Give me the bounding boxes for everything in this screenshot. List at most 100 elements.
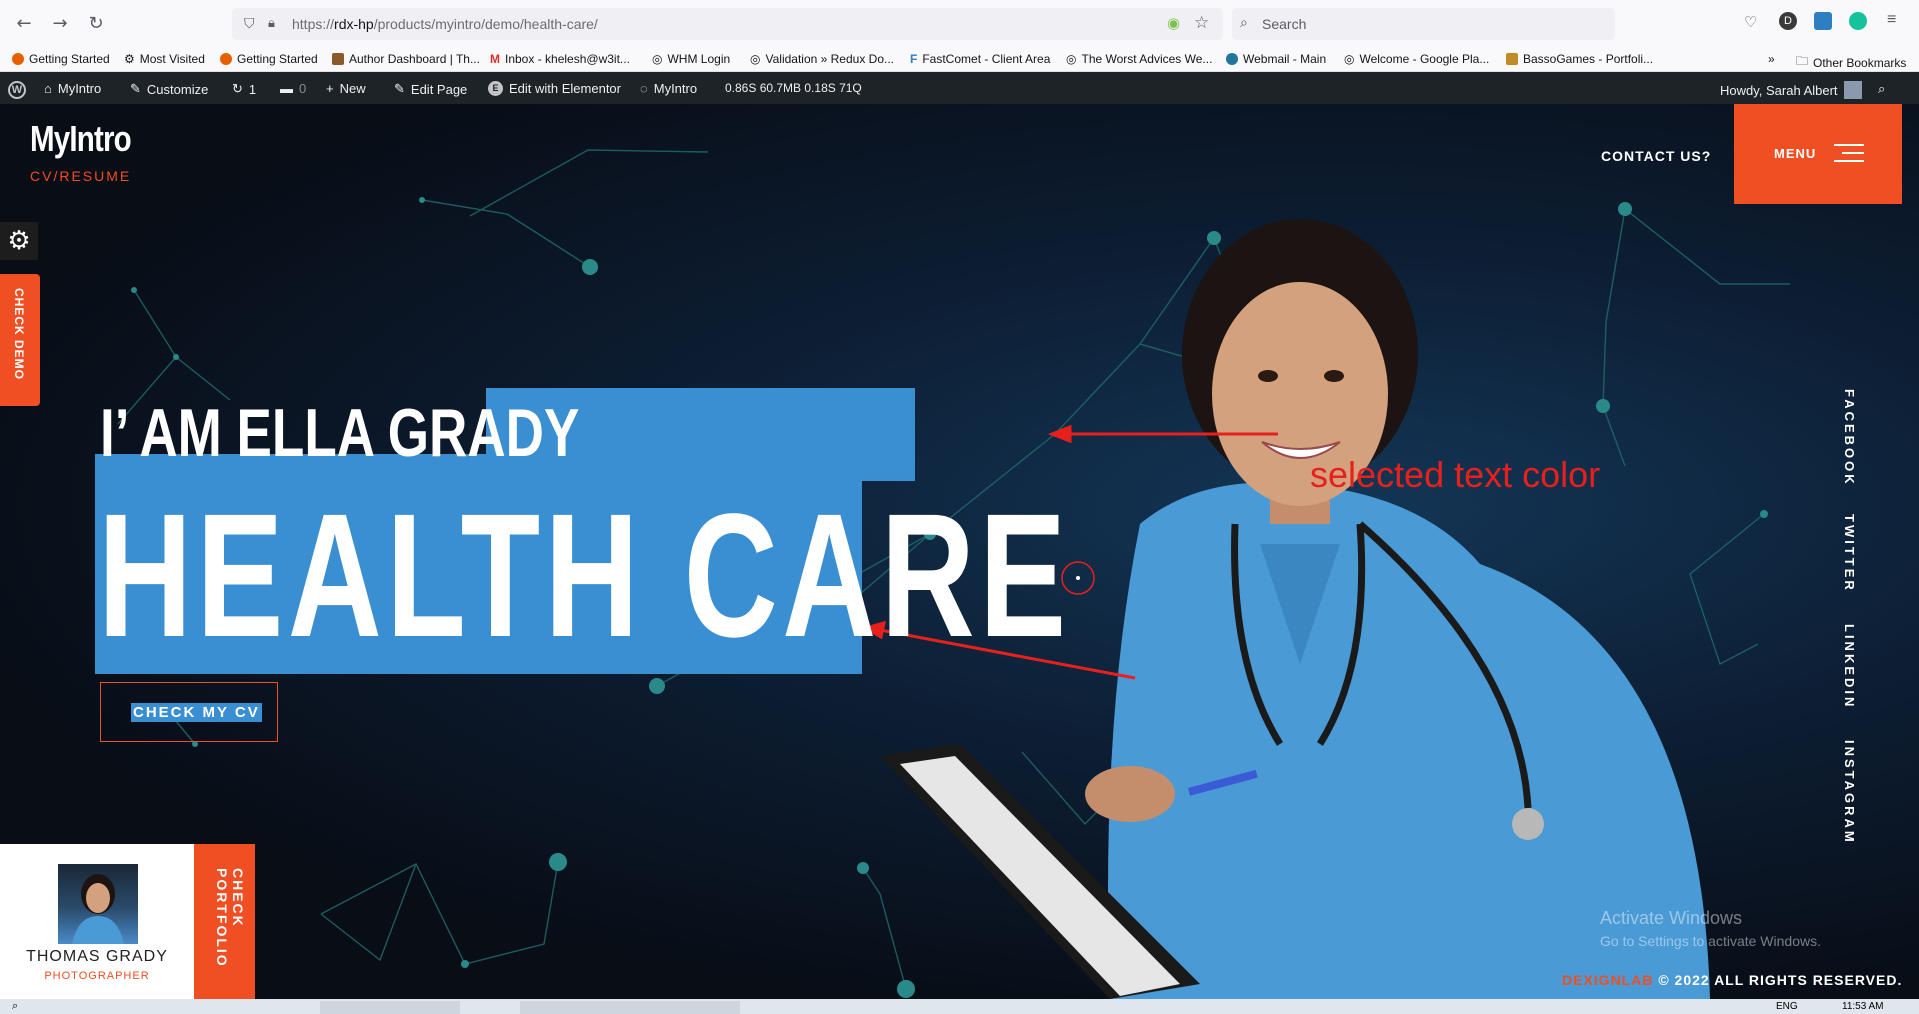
bookmark-label: The Worst Advices We... — [1081, 52, 1213, 66]
globe-icon: ◎ — [1066, 52, 1077, 66]
check-demo-label: CHECK DEMO — [12, 288, 26, 381]
firefox-icon — [12, 53, 24, 65]
search-box[interactable]: ⌕ Search — [1232, 8, 1615, 40]
bookmark-label: Webmail - Main — [1243, 52, 1327, 66]
bookmark-label: Author Dashboard | Th... — [349, 52, 480, 66]
taskbar-app-icon[interactable] — [520, 1001, 740, 1014]
profile-card[interactable]: THOMAS GRADY PHOTOGRAPHER CHECK PORTFOLI… — [0, 844, 255, 999]
bookmark-label: Other Bookmarks — [1813, 55, 1907, 70]
extension-square-icon[interactable] — [1814, 12, 1832, 30]
social-twitter-link[interactable]: TWITTER — [1842, 514, 1857, 593]
social-facebook-link[interactable]: FACEBOOK — [1842, 389, 1857, 487]
hamburger-menu-icon[interactable]: ≡ — [1887, 11, 1896, 29]
search-icon[interactable]: ⌕ — [12, 1000, 18, 1013]
brush-icon: ✎ — [130, 81, 141, 96]
right-eye — [1324, 370, 1344, 382]
wp-theme-link[interactable]: ◌ MyIntro — [640, 81, 697, 96]
menu-button[interactable]: MENU — [1734, 104, 1902, 204]
loader-icon: ◌ — [640, 81, 648, 96]
footer-brand-link[interactable]: DEXIGNLAB — [1562, 972, 1653, 988]
shield-icon[interactable]: ⛉ — [244, 15, 255, 32]
bookmark-label: WHM Login — [667, 52, 731, 66]
gmail-icon: M — [490, 52, 500, 66]
wp-customize-link[interactable]: ✎ Customize — [130, 81, 208, 97]
network-node — [897, 980, 915, 998]
wp-search-icon[interactable]: ⌕ — [1878, 81, 1885, 97]
pencil-icon: ✎ — [394, 81, 405, 96]
extension-icon[interactable]: ◉ — [1167, 14, 1180, 32]
network-line — [320, 861, 559, 965]
bookmark-item[interactable]: ◎ Welcome - Google Pla... — [1344, 52, 1489, 66]
pocket-icon[interactable]: ♡ — [1744, 13, 1757, 31]
back-icon[interactable]: ← — [12, 12, 36, 36]
wp-new-link[interactable]: + New — [326, 81, 366, 96]
wp-updates-link[interactable]: ↻ 1 — [232, 81, 256, 97]
wp-comments-count: 0 — [299, 81, 307, 96]
network-line — [1624, 208, 1790, 285]
social-linkedin-link[interactable]: LINKEDIN — [1842, 624, 1857, 709]
check-cv-button[interactable]: CHECK MY CV — [100, 682, 278, 742]
wp-updates-count: 1 — [248, 81, 257, 97]
bookmark-item[interactable]: Getting Started — [220, 52, 318, 66]
check-portfolio-tab[interactable]: CHECK PORTFOLIO — [194, 844, 255, 999]
bookmark-label: Getting Started — [29, 52, 110, 66]
bookmark-item[interactable]: Webmail - Main — [1226, 52, 1326, 66]
star-icon[interactable]: ☆ — [1194, 13, 1209, 33]
hand-shape — [1085, 766, 1175, 822]
taskbar-app-icon[interactable] — [320, 1001, 460, 1014]
lock-icon[interactable]: 🔒︎ — [268, 15, 275, 31]
stethoscope-chest-piece — [1512, 808, 1544, 840]
bookmarks-bar: Getting Started ⚙ Most Visited Getting St… — [0, 48, 1919, 72]
bookmark-item[interactable]: M Inbox - khelesh@w3it... — [490, 52, 630, 66]
wp-site-link[interactable]: ⌂ MyIntro — [44, 81, 101, 96]
wp-elementor-link[interactable]: E Edit with Elementor — [488, 81, 621, 96]
bookmark-item[interactable]: ⚙ Most Visited — [124, 52, 205, 66]
plus-icon: + — [326, 81, 334, 96]
site-logo[interactable]: MyIntro — [30, 118, 132, 160]
cursor-dot-icon — [1076, 576, 1080, 580]
wp-theme-label: MyIntro — [653, 81, 698, 96]
bookmark-label: Getting Started — [237, 52, 318, 66]
gear-icon[interactable]: ⚙ — [0, 222, 38, 260]
profile-role: PHOTOGRAPHER — [44, 970, 150, 982]
bookmark-item[interactable]: Author Dashboard | Th... — [332, 52, 480, 66]
fastcomet-icon: F — [910, 52, 918, 66]
hero-subtitle: I’ AM ELLA GRADY — [100, 395, 580, 471]
bookmark-item[interactable]: F FastComet - Client Area — [910, 52, 1050, 66]
social-instagram-link[interactable]: INSTAGRAM — [1842, 740, 1857, 845]
url-host: rdx-hp — [334, 16, 374, 32]
url-text[interactable]: https://rdx-hp/products/myintro/demo/hea… — [292, 16, 598, 32]
network-line — [1689, 513, 1765, 666]
envato-icon — [332, 53, 344, 65]
address-bar[interactable]: ⛉ 🔒︎ https://rdx-hp/products/myintro/dem… — [232, 8, 1223, 40]
reload-icon[interactable]: ↻ — [84, 12, 108, 36]
wp-comments-link[interactable]: ▬ 0 — [280, 81, 306, 96]
more-bookmarks-icon[interactable]: » — [1768, 52, 1775, 66]
bookmark-label: Most Visited — [139, 52, 205, 66]
bookmark-item[interactable]: ◎ Validation » Redux Do... — [750, 52, 894, 66]
contact-link[interactable]: CONTACT US? — [1601, 148, 1711, 164]
wp-edit-page-link[interactable]: ✎ Edit Page — [394, 81, 467, 97]
network-node — [131, 287, 137, 293]
wp-elementor-label: Edit with Elementor — [509, 81, 621, 96]
network-node — [1207, 231, 1221, 245]
bookmark-item[interactable]: BassoGames - Portfoli... — [1506, 52, 1653, 66]
grammarly-icon[interactable] — [1849, 12, 1867, 30]
bookmark-label: Inbox - khelesh@w3it... — [505, 52, 630, 66]
wordpress-logo-icon[interactable]: W — [8, 81, 26, 99]
wp-query-stats[interactable]: 0.86S 60.7MB 0.18S 71Q — [725, 81, 862, 95]
check-demo-tab[interactable]: CHECK DEMO — [0, 274, 40, 406]
wp-account-menu[interactable]: Howdy, Sarah Albert — [1720, 81, 1862, 99]
profile-icon[interactable]: D — [1779, 12, 1797, 30]
refresh-icon: ↻ — [232, 81, 243, 96]
hero-title: HEALTH CARE — [98, 478, 1071, 674]
language-indicator[interactable]: ENG — [1776, 1001, 1798, 1012]
check-portfolio-label: CHECK PORTFOLIO — [214, 868, 246, 968]
clock[interactable]: 11:53 AM — [1842, 1001, 1884, 1012]
bookmark-item[interactable]: ◎ The Worst Advices We... — [1066, 52, 1212, 66]
other-bookmarks[interactable]: 🗀︎ Other Bookmarks — [1796, 52, 1906, 73]
url-prefix: https:// — [292, 16, 335, 32]
bookmark-item[interactable]: Getting Started — [12, 52, 110, 66]
bookmark-item[interactable]: ◎ WHM Login — [652, 52, 730, 66]
forward-icon[interactable]: → — [48, 12, 72, 36]
